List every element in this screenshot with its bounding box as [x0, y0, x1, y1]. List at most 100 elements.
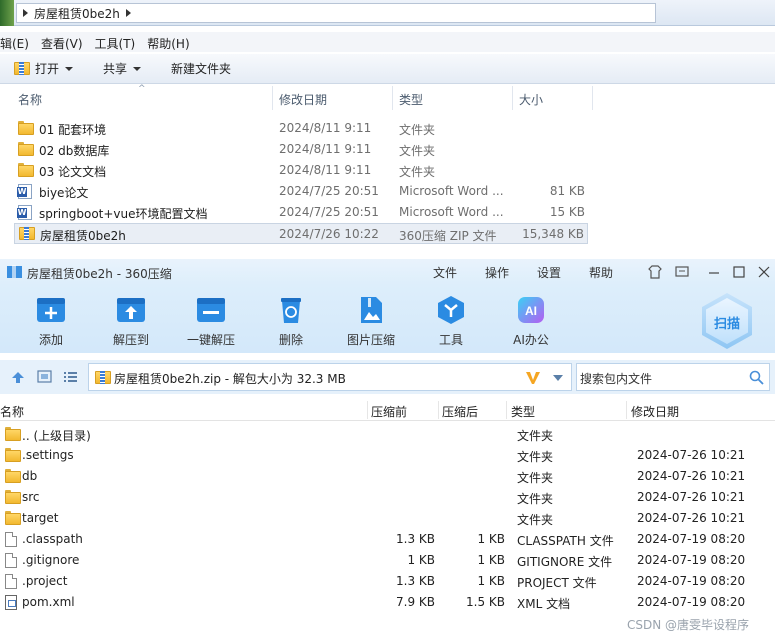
file-size: 81 KB: [549, 184, 585, 198]
column-type[interactable]: 类型: [399, 91, 423, 108]
menu-tools[interactable]: 工具(T): [95, 32, 144, 52]
file-row[interactable]: springboot+vue环境配置文档 2024/7/25 20:51 Mic…: [14, 202, 588, 223]
archive-row[interactable]: .settings 文件夹 2024-07-26 10:21: [0, 445, 775, 466]
file-icon: [5, 574, 17, 589]
entry-name: pom.xml: [22, 595, 75, 609]
column-type[interactable]: 类型: [511, 403, 535, 420]
file-name: springboot+vue环境配置文档: [39, 207, 208, 221]
file-row-selected[interactable]: 房屋租赁0be2h 2024/7/26 10:22 360压缩 ZIP 文件 1…: [14, 223, 588, 244]
open-button[interactable]: 打开: [14, 60, 74, 77]
skin-icon[interactable]: [646, 263, 664, 281]
archive-row[interactable]: .gitignore 1 KB 1 KB GITIGNORE 文件 2024-0…: [0, 550, 775, 571]
new-folder-label: 新建文件夹: [171, 62, 232, 76]
column-size-after[interactable]: 压缩后: [442, 403, 478, 420]
ai-office-button[interactable]: AI AI办公: [501, 295, 561, 348]
menu-operation[interactable]: 操作: [485, 264, 509, 281]
column-divider[interactable]: [592, 86, 593, 110]
file-row[interactable]: biye论文 2024/7/25 20:51 Microsoft Word ..…: [14, 181, 588, 202]
breadcrumb[interactable]: 房屋租赁0be2h: [16, 3, 656, 23]
archive-row[interactable]: .. (上级目录) 文件夹: [0, 424, 775, 445]
up-arrow-icon[interactable]: [10, 369, 26, 385]
column-size-before[interactable]: 压缩前: [371, 403, 407, 420]
image-compress-button[interactable]: 图片压缩: [341, 295, 401, 348]
column-divider[interactable]: [506, 401, 507, 419]
sort-up-icon: ^: [138, 84, 146, 94]
column-divider[interactable]: [438, 401, 439, 419]
chevron-down-icon: [65, 66, 74, 71]
archive-row[interactable]: src 文件夹 2024-07-26 10:21: [0, 487, 775, 508]
column-date[interactable]: 修改日期: [631, 403, 679, 420]
chevron-right-icon[interactable]: [125, 9, 131, 17]
menu-file[interactable]: 文件: [433, 264, 457, 281]
archive-row[interactable]: .project 1.3 KB 1 KB PROJECT 文件 2024-07-…: [0, 571, 775, 592]
delete-button[interactable]: 删除: [261, 295, 321, 348]
chevron-right-icon[interactable]: [23, 9, 28, 17]
entry-type: CLASSPATH 文件: [517, 534, 614, 548]
entry-type: 文件夹: [517, 429, 554, 443]
archive-path-field[interactable]: 房屋租赁0be2h.zip - 解包大小为 32.3 MB: [88, 363, 572, 391]
file-size: 15,348 KB: [522, 227, 584, 241]
scan-button[interactable]: 扫描: [702, 293, 752, 349]
maximize-icon[interactable]: [730, 263, 748, 281]
menu-view[interactable]: 查看(V): [41, 32, 91, 52]
column-date[interactable]: 修改日期: [279, 91, 327, 108]
chevron-down-icon: [133, 66, 142, 71]
column-divider[interactable]: [272, 86, 273, 110]
word-doc-icon: [17, 184, 32, 199]
list-view-icon[interactable]: [63, 370, 78, 383]
menu-edit[interactable]: 辑(E): [0, 32, 37, 52]
entry-size-before: 1.3 KB: [396, 532, 435, 546]
archive-row[interactable]: target 文件夹 2024-07-26 10:21: [0, 508, 775, 529]
entry-date: 2024-07-26 10:21: [637, 511, 746, 525]
svg-text:AI: AI: [525, 304, 537, 318]
one-click-extract-button[interactable]: 一键解压: [181, 295, 241, 348]
entry-name: .. (上级目录): [22, 429, 91, 443]
add-icon: [37, 298, 65, 322]
menu-help[interactable]: 帮助(H): [147, 32, 197, 52]
breadcrumb-item[interactable]: 房屋租赁0be2h: [34, 5, 120, 22]
entry-type: 文件夹: [517, 513, 554, 527]
archive-row[interactable]: db 文件夹 2024-07-26 10:21: [0, 466, 775, 487]
feedback-icon[interactable]: [673, 263, 691, 281]
close-icon[interactable]: [755, 263, 773, 281]
column-name[interactable]: 名称: [0, 403, 24, 420]
extract-to-button[interactable]: 解压到: [101, 295, 161, 348]
archive-search-field[interactable]: 搜索包内文件: [576, 363, 770, 391]
column-divider[interactable]: [626, 401, 627, 419]
add-button[interactable]: 添加: [21, 295, 81, 348]
xml-file-icon: [5, 595, 17, 610]
menu-help[interactable]: 帮助: [589, 264, 613, 281]
file-row[interactable]: 01 配套环境 2024/8/11 9:11 文件夹: [14, 118, 588, 139]
menu-settings[interactable]: 设置: [537, 264, 561, 281]
column-divider[interactable]: [367, 401, 368, 419]
archive-column-header: 名称 压缩前 压缩后 类型 修改日期: [0, 399, 775, 421]
entry-date: 2024-07-19 08:20: [637, 574, 746, 588]
column-size[interactable]: 大小: [519, 91, 543, 108]
column-name[interactable]: 名称: [18, 91, 42, 108]
zip-archive-icon: [19, 227, 35, 240]
vip-icon[interactable]: [525, 370, 541, 386]
file-row[interactable]: 03 论文文档 2024/8/11 9:11 文件夹: [14, 160, 588, 181]
chevron-down-icon[interactable]: [553, 375, 563, 381]
new-folder-button[interactable]: 新建文件夹: [171, 60, 231, 77]
extract-to-label: 解压到: [112, 333, 149, 347]
share-button[interactable]: 共享: [103, 60, 142, 77]
thumbnail-view-icon[interactable]: [37, 370, 52, 383]
folder-icon: [5, 490, 21, 504]
watermark: CSDN @唐雯毕设程序: [627, 618, 750, 632]
tools-button[interactable]: 工具: [421, 295, 481, 348]
archive-row[interactable]: pom.xml 7.9 KB 1.5 KB XML 文档 2024-07-19 …: [0, 592, 775, 613]
search-icon[interactable]: [749, 370, 764, 385]
file-row[interactable]: 02 db数据库 2024/8/11 9:11 文件夹: [14, 139, 588, 160]
column-divider[interactable]: [392, 86, 393, 110]
one-click-extract-icon: [197, 298, 225, 322]
search-placeholder: 搜索包内文件: [580, 372, 653, 386]
archive-app-icon: [7, 265, 22, 278]
entry-size-after: 1 KB: [477, 574, 505, 588]
archive-row[interactable]: .classpath 1.3 KB 1 KB CLASSPATH 文件 2024…: [0, 529, 775, 550]
scan-label: 扫描: [713, 317, 740, 332]
entry-size-before: 7.9 KB: [396, 595, 435, 609]
minimize-icon[interactable]: [705, 263, 723, 281]
column-divider[interactable]: [512, 86, 513, 110]
explorer-address-bar: 房屋租赁0be2h: [0, 0, 775, 26]
